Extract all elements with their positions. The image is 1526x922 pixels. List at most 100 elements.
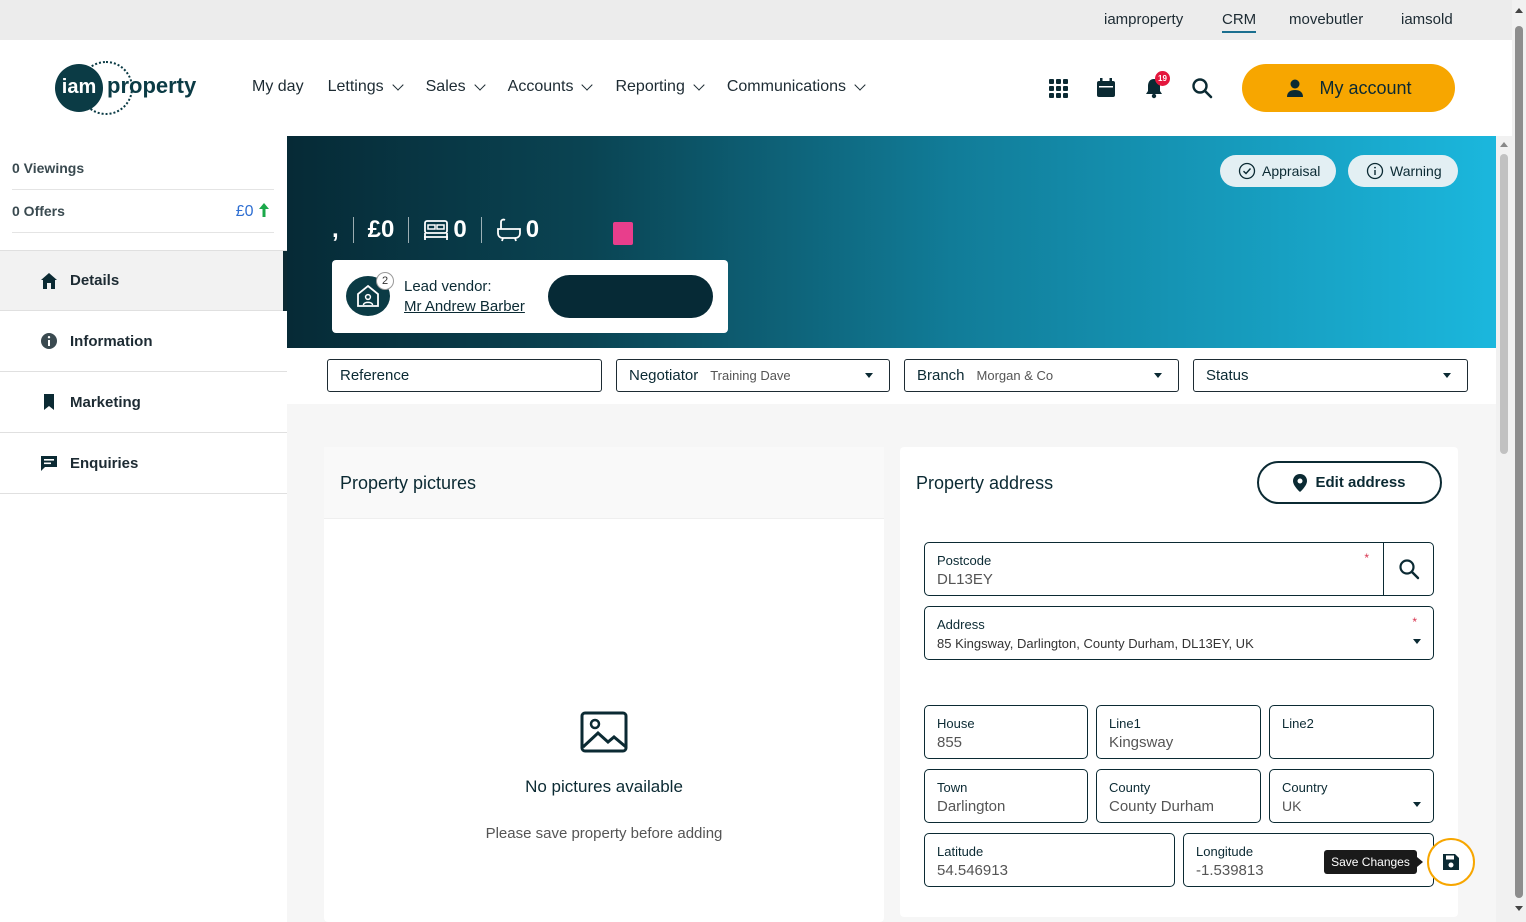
nav-label: Accounts xyxy=(507,78,574,95)
sidebar-item-details[interactable]: Details xyxy=(0,250,287,311)
reference-field[interactable]: Reference xyxy=(327,359,602,392)
town-field[interactable]: Town Darlington xyxy=(924,769,1088,823)
viewings-count[interactable]: 0 Viewings xyxy=(12,147,274,190)
town-label: Town xyxy=(937,780,968,795)
my-account-button[interactable]: My account xyxy=(1242,64,1455,112)
warning-pill[interactable]: Warning xyxy=(1348,155,1458,187)
image-placeholder-icon xyxy=(580,711,628,753)
chevron-down-icon xyxy=(581,79,594,91)
line2-field[interactable]: Line2 xyxy=(1269,705,1434,759)
status-label: Status xyxy=(1206,367,1249,384)
content-scrollbar-thumb[interactable] xyxy=(1500,154,1508,454)
county-label: County xyxy=(1109,780,1151,795)
map-pin-icon xyxy=(1293,473,1308,492)
dropdown-arrow-icon xyxy=(865,373,873,378)
postcode-search-button[interactable] xyxy=(1383,543,1433,595)
branch-value: Morgan & Co xyxy=(976,368,1054,383)
nav-lettings[interactable]: Lettings xyxy=(327,78,404,96)
viewings-label: 0 Viewings xyxy=(12,160,85,176)
house-value: 855 xyxy=(937,734,963,751)
check-circle-icon xyxy=(1238,162,1256,180)
iamproperty-logo[interactable]: iam property xyxy=(55,61,205,115)
status-colour-swatch xyxy=(613,222,633,245)
nav-label: Communications xyxy=(726,78,846,95)
latitude-value: 54.546913 xyxy=(937,862,1008,879)
sidebar-item-label: Details xyxy=(70,272,120,289)
branch-select[interactable]: Branch Morgan & Co xyxy=(904,359,1179,392)
county-value: County Durham xyxy=(1109,798,1215,815)
stats-divider xyxy=(408,217,410,243)
negotiator-select[interactable]: Negotiator Training Dave xyxy=(616,359,890,392)
page-scrollbar[interactable] xyxy=(1512,0,1526,922)
postcode-field[interactable]: Postcode DL13EY * xyxy=(924,542,1434,596)
bookmark-icon xyxy=(44,394,54,410)
link-crm[interactable]: CRM xyxy=(1222,11,1257,33)
info-outline-icon xyxy=(1366,162,1384,180)
nav-communications[interactable]: Communications xyxy=(726,78,866,96)
content-scrollbar[interactable] xyxy=(1496,136,1512,922)
nav-my-day[interactable]: My day xyxy=(252,78,304,96)
stats-divider xyxy=(352,217,354,243)
sidebar-item-marketing[interactable]: Marketing xyxy=(0,372,287,433)
notification-count-badge: 19 xyxy=(1155,71,1170,86)
negotiator-value: Training Dave xyxy=(710,368,791,383)
chevron-down-icon xyxy=(693,79,705,91)
lead-vendor-card: 2 Lead vendor: Mr Andrew Barber xyxy=(332,260,728,333)
property-address-short: , xyxy=(332,216,339,243)
save-changes-button[interactable] xyxy=(1427,838,1475,886)
appraisal-pill[interactable]: Appraisal xyxy=(1220,155,1337,187)
save-changes-tooltip: Save Changes xyxy=(1324,850,1423,874)
sidebar-item-label: Marketing xyxy=(70,393,141,411)
postcode-label: Postcode xyxy=(937,553,992,568)
calendar-icon[interactable] xyxy=(1095,77,1117,99)
no-pictures-hint: Please save property before adding xyxy=(485,825,723,842)
scroll-down-arrow[interactable] xyxy=(1515,906,1523,911)
nav-label: Reporting xyxy=(615,78,685,95)
offers-count[interactable]: 0 Offers £0 xyxy=(12,190,274,233)
scroll-up-arrow[interactable] xyxy=(1515,8,1523,13)
address-label: Address xyxy=(937,617,985,632)
info-icon xyxy=(41,333,57,349)
scroll-up-arrow[interactable] xyxy=(1500,142,1508,147)
lead-vendor-link[interactable]: Mr Andrew Barber xyxy=(404,298,525,315)
status-select[interactable]: Status xyxy=(1193,359,1468,392)
country-select[interactable]: Country UK xyxy=(1269,769,1434,823)
line1-field[interactable]: Line1 Kingsway xyxy=(1096,705,1261,759)
dropdown-arrow-icon xyxy=(1413,639,1421,644)
address-select[interactable]: Address 85 Kingsway, Darlington, County … xyxy=(924,606,1434,660)
apps-grid-icon[interactable] xyxy=(1047,77,1069,99)
nav-reporting[interactable]: Reporting xyxy=(615,78,705,96)
link-iamproperty[interactable]: iamproperty xyxy=(1104,11,1183,28)
line1-label: Line1 xyxy=(1109,716,1141,731)
link-movebutler[interactable]: movebutler xyxy=(1289,11,1363,28)
house-label: House xyxy=(937,716,975,731)
dropdown-arrow-icon xyxy=(1443,373,1451,378)
dropdown-arrow-icon xyxy=(1413,802,1421,807)
vendor-action-button[interactable] xyxy=(548,275,713,318)
house-field[interactable]: House 855 xyxy=(924,705,1088,759)
county-field[interactable]: County County Durham xyxy=(1096,769,1261,823)
offers-amount-value: £0 xyxy=(235,203,254,220)
nav-label: My day xyxy=(252,78,304,95)
my-account-label: My account xyxy=(1319,77,1412,98)
floppy-disk-icon xyxy=(1443,854,1459,870)
longitude-label: Longitude xyxy=(1196,844,1254,859)
nav-label: Lettings xyxy=(327,78,384,95)
sidebar-item-information[interactable]: Information xyxy=(0,311,287,372)
sidebar-item-label: Information xyxy=(70,332,153,350)
nav-sales[interactable]: Sales xyxy=(426,78,486,96)
latitude-field[interactable]: Latitude 54.546913 xyxy=(924,833,1175,887)
search-icon[interactable] xyxy=(1191,77,1213,99)
link-iamsold[interactable]: iamsold xyxy=(1401,11,1453,28)
chevron-down-icon xyxy=(854,79,866,91)
top-product-bar: iamproperty CRM movebutler iamsold xyxy=(0,0,1512,40)
country-value: UK xyxy=(1282,798,1302,814)
required-marker: * xyxy=(1364,551,1369,565)
page-scrollbar-thumb[interactable] xyxy=(1515,26,1523,898)
property-pictures-card: Property pictures No pictures available … xyxy=(324,447,884,922)
sidebar-item-enquiries[interactable]: Enquiries xyxy=(0,433,287,494)
edit-address-button[interactable]: Edit address xyxy=(1257,461,1442,504)
nav-accounts[interactable]: Accounts xyxy=(507,78,594,96)
edit-address-label: Edit address xyxy=(1315,474,1406,491)
bathroom-count: 0 xyxy=(525,216,540,243)
